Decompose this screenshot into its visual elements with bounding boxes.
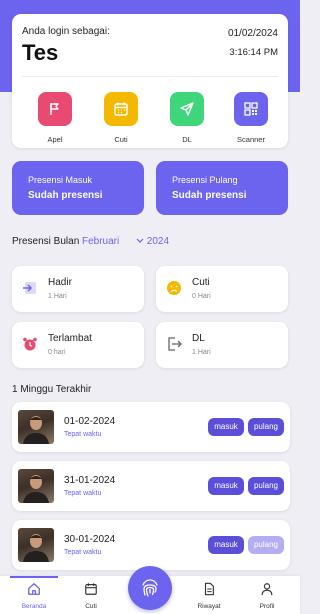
stat-value: 0 hari bbox=[48, 349, 66, 356]
flag-icon bbox=[38, 92, 72, 126]
action-dl-button[interactable]: DL bbox=[162, 92, 212, 144]
qr-code-icon bbox=[234, 92, 268, 126]
home-icon bbox=[28, 583, 40, 595]
action-apel-button[interactable]: Apel bbox=[30, 92, 80, 144]
history-date: 01-02-2024 bbox=[64, 416, 116, 427]
fingerprint-button[interactable] bbox=[128, 566, 172, 610]
pulang-badge: pulang bbox=[248, 477, 284, 495]
stat-terlambat-card: Terlambat 0 hari bbox=[12, 322, 144, 368]
masuk-badge: masuk bbox=[208, 418, 244, 436]
history-date: 31-01-2024 bbox=[64, 475, 116, 486]
nav-beranda[interactable]: Beranda bbox=[14, 582, 54, 610]
action-cuti-button[interactable]: Cuti bbox=[96, 92, 146, 144]
year-value: 2024 bbox=[146, 236, 170, 247]
divider bbox=[22, 76, 278, 77]
avatar bbox=[18, 528, 54, 562]
send-icon bbox=[170, 92, 204, 126]
stat-cuti-card: Cuti 0 Hari bbox=[156, 266, 288, 312]
nav-label: Beranda bbox=[21, 603, 47, 610]
month-dropdown[interactable]: Februari bbox=[82, 236, 119, 247]
nav-cuti[interactable]: Cuti bbox=[71, 582, 111, 610]
presensi-pulang-card[interactable]: Presensi Pulang Sudah presensi bbox=[156, 161, 288, 215]
stat-name: Hadir bbox=[48, 277, 72, 288]
masuk-badge: masuk bbox=[208, 477, 244, 495]
nav-label: Profil bbox=[259, 603, 275, 610]
presensi-masuk-status: Sudah presensi bbox=[28, 190, 103, 201]
stat-dl-card: DL 1 Hari bbox=[156, 322, 288, 368]
user-name: Tes bbox=[22, 40, 59, 65]
week-section-title: 1 Minggu Terakhir bbox=[12, 384, 92, 395]
action-label: DL bbox=[182, 135, 192, 144]
logout-arrow-icon bbox=[168, 337, 182, 351]
year-dropdown[interactable]: 2024 bbox=[136, 236, 169, 247]
action-label: Scanner bbox=[237, 135, 265, 144]
presensi-pulang-title: Presensi Pulang bbox=[172, 175, 238, 185]
pulang-badge: pulang bbox=[248, 536, 284, 554]
stat-value: 0 Hari bbox=[192, 293, 211, 300]
action-label: Apel bbox=[47, 135, 63, 144]
presensi-pulang-status: Sudah presensi bbox=[172, 190, 247, 201]
masuk-badge: masuk bbox=[208, 536, 244, 554]
history-status: Tepat waktu bbox=[64, 431, 102, 438]
action-scanner-button[interactable]: Scanner bbox=[226, 92, 276, 144]
nav-riwayat[interactable]: Riwayat bbox=[189, 582, 229, 610]
history-status: Tepat waktu bbox=[64, 490, 102, 497]
history-item[interactable]: 01-02-2024 Tepat waktu masuk pulang bbox=[12, 402, 290, 452]
stat-name: Cuti bbox=[192, 277, 210, 288]
calendar-icon bbox=[104, 92, 138, 126]
active-tab-indicator bbox=[10, 576, 58, 578]
user-icon bbox=[261, 583, 273, 596]
fingerprint-icon bbox=[142, 579, 158, 597]
login-arrow-icon bbox=[23, 282, 36, 294]
month-selector-row: Presensi Bulan Februari 2024 bbox=[12, 236, 169, 250]
stat-hadir-card: Hadir 1 Hari bbox=[12, 266, 144, 312]
history-item[interactable]: 30-01-2024 Tepat waktu masuk pulang bbox=[12, 520, 290, 570]
stat-name: DL bbox=[192, 333, 205, 344]
nav-label: Riwayat bbox=[197, 603, 221, 610]
stat-value: 1 Hari bbox=[48, 293, 67, 300]
pulang-badge: pulang bbox=[248, 418, 284, 436]
stat-name: Terlambat bbox=[48, 333, 92, 344]
alarm-clock-icon bbox=[23, 337, 37, 351]
history-item[interactable]: 31-01-2024 Tepat waktu masuk pulang bbox=[12, 461, 290, 511]
history-date: 30-01-2024 bbox=[64, 534, 116, 545]
quick-actions: Apel Cuti DL Scanner bbox=[12, 92, 288, 148]
avatar bbox=[18, 469, 54, 503]
action-label: Cuti bbox=[114, 135, 128, 144]
chevron-down-icon bbox=[136, 238, 144, 244]
current-date: 01/02/2024 bbox=[227, 28, 278, 39]
user-info-card: Anda login sebagai: Tes 01/02/2024 3:16:… bbox=[12, 14, 288, 148]
history-status: Tepat waktu bbox=[64, 549, 102, 556]
avatar bbox=[18, 410, 54, 444]
calendar-icon bbox=[85, 583, 97, 595]
nav-label: Cuti bbox=[85, 603, 97, 610]
nav-profil[interactable]: Profil bbox=[247, 582, 287, 610]
presensi-masuk-card[interactable]: Presensi Masuk Sudah presensi bbox=[12, 161, 144, 215]
login-label: Anda login sebagai: bbox=[22, 26, 110, 37]
current-time: 3:16:14 PM bbox=[229, 47, 278, 58]
document-icon bbox=[204, 582, 214, 596]
sad-face-icon bbox=[167, 281, 181, 295]
stat-value: 1 Hari bbox=[192, 349, 211, 356]
month-selector-label: Presensi Bulan bbox=[12, 236, 80, 247]
presensi-masuk-title: Presensi Masuk bbox=[28, 175, 93, 185]
